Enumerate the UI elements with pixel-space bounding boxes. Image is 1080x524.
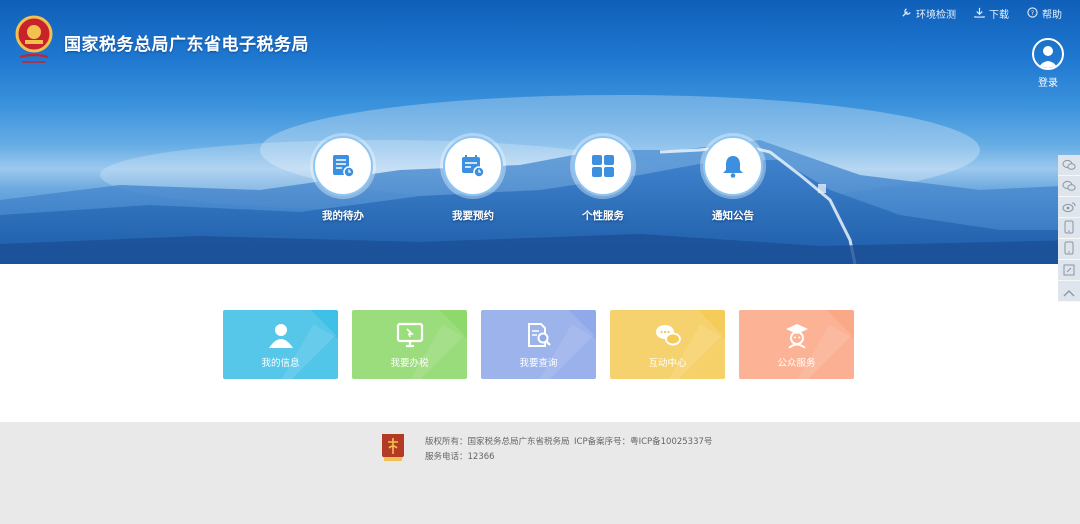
user-icon	[267, 321, 295, 349]
tile-my-info[interactable]: 我的信息	[223, 310, 338, 379]
feature-tiles: 我的信息 我要办税 我要查询 互动中心 公众服务	[223, 310, 854, 379]
svg-text:?: ?	[1031, 8, 1034, 16]
mobile-site-button[interactable]	[1058, 239, 1080, 260]
tax-badge-logo	[380, 432, 406, 466]
search-document-icon	[525, 321, 553, 349]
document-list-icon	[313, 136, 373, 196]
chat-bubbles-icon	[654, 321, 682, 349]
footer-copyright: 版权所有：国家税务总局广东省税务局	[425, 437, 570, 447]
header-banner: 国家税务总局广东省电子税务局 环境检测 下载 ? 帮助 登录 我的待办 我要预约…	[0, 0, 1080, 264]
download-label: 下载	[989, 10, 1009, 21]
wrench-icon	[901, 7, 912, 21]
wechat-icon	[1062, 177, 1076, 196]
grid-apps-icon	[573, 136, 633, 196]
quick-my-todo[interactable]: 我的待办	[313, 136, 373, 223]
user-avatar-icon	[1032, 38, 1064, 70]
tile-query-label: 我要查询	[519, 357, 558, 369]
tile-interaction-label: 互动中心	[648, 357, 687, 369]
quick-personal-service-label: 个性服务	[582, 210, 624, 222]
mobile-icon	[1064, 219, 1074, 238]
tile-public-service-label: 公众服务	[777, 357, 816, 369]
mobile-app-button[interactable]	[1058, 218, 1080, 239]
feedback-button[interactable]	[1058, 260, 1080, 281]
tile-public-service[interactable]: 公众服务	[739, 310, 854, 379]
download-link[interactable]: 下载	[974, 6, 1009, 21]
quick-my-todo-label: 我的待办	[322, 210, 364, 222]
login-label: 登录	[1038, 78, 1058, 89]
floating-toolbar	[1058, 155, 1080, 302]
quick-notices[interactable]: 通知公告	[703, 136, 763, 223]
quick-appointment-label: 我要预约	[452, 210, 494, 222]
calendar-clock-icon	[443, 136, 503, 196]
env-check-link[interactable]: 环境检测	[901, 6, 956, 21]
weibo-icon	[1062, 198, 1076, 217]
tile-handle-tax[interactable]: 我要办税	[352, 310, 467, 379]
wechat-button[interactable]	[1058, 155, 1080, 176]
wechat-mini-button[interactable]	[1058, 176, 1080, 197]
tile-query[interactable]: 我要查询	[481, 310, 596, 379]
weibo-button[interactable]	[1058, 197, 1080, 218]
footer-phone: 服务电话：12366	[425, 452, 495, 462]
bell-icon	[703, 136, 763, 196]
edit-icon	[1063, 261, 1075, 280]
tile-interaction[interactable]: 互动中心	[610, 310, 725, 379]
quick-actions: 我的待办 我要预约 个性服务 通知公告	[313, 136, 763, 223]
tile-handle-tax-label: 我要办税	[390, 357, 429, 369]
footer-icp: ICP备案序号：粤ICP备10025337号	[574, 437, 713, 447]
env-check-label: 环境检测	[916, 10, 956, 21]
help-label: 帮助	[1042, 10, 1062, 21]
help-icon: ?	[1027, 6, 1038, 21]
help-link[interactable]: ? 帮助	[1027, 6, 1062, 21]
wechat-icon	[1062, 156, 1076, 175]
quick-notices-label: 通知公告	[712, 210, 754, 222]
quick-personal-service[interactable]: 个性服务	[573, 136, 633, 223]
back-to-top-button[interactable]	[1058, 281, 1080, 302]
tax-bureau-emblem-logo[interactable]	[14, 14, 54, 66]
site-title: 国家税务总局广东省电子税务局	[64, 35, 309, 55]
graduate-icon	[783, 321, 811, 349]
quick-appointment[interactable]: 我要预约	[443, 136, 503, 223]
top-links: 环境检测 下载 ? 帮助	[901, 6, 1062, 21]
back-to-top-icon	[1063, 282, 1075, 301]
tile-my-info-label: 我的信息	[261, 357, 300, 369]
monitor-icon	[396, 321, 424, 349]
login-button[interactable]: 登录	[1030, 38, 1066, 89]
download-icon	[974, 7, 985, 21]
footer: 版权所有：国家税务总局广东省税务局 ICP备案序号：粤ICP备10025337号…	[0, 422, 1080, 524]
mobile-icon	[1064, 240, 1074, 259]
